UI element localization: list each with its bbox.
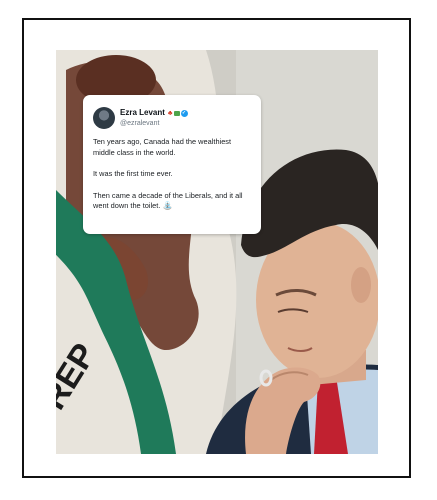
author-badges: ♣ ✓	[168, 110, 188, 117]
maple-leaf-icon: ♣	[167, 109, 173, 117]
author-block: Ezra Levant ♣ ✓ @ezralevant	[120, 108, 188, 127]
avatar	[93, 107, 115, 129]
tweet-paragraph-3: Then came a decade of the Liberals, and …	[93, 191, 252, 212]
author-handle: @ezralevant	[120, 119, 160, 127]
tweet-paragraph-2: It was the first time ever.	[93, 169, 173, 178]
author-name-row: Ezra Levant ♣ ✓	[120, 108, 188, 118]
toilet-icon: ⛲	[162, 201, 173, 210]
tweet-card: Ezra Levant ♣ ✓ @ezralevant Ten years ag…	[83, 95, 261, 234]
tweet-body: Ten years ago, Canada had the wealthiest…	[93, 137, 252, 212]
tweet-paragraph-1: Ten years ago, Canada had the wealthiest…	[93, 137, 232, 157]
verified-badge-icon: ✓	[180, 109, 188, 117]
author-name: Ezra Levant	[120, 108, 165, 118]
money-icon	[173, 110, 180, 116]
tweet-header: Ezra Levant ♣ ✓ @ezralevant	[93, 105, 252, 131]
